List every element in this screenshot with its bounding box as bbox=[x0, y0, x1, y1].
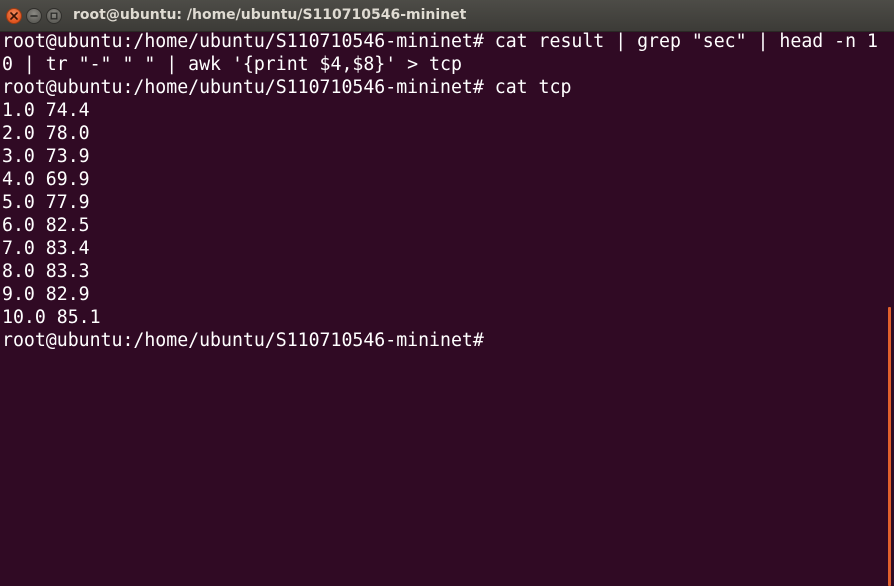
terminal-line: 2.0 78.0 bbox=[2, 123, 90, 144]
minimize-icon bbox=[30, 15, 38, 17]
terminal-line: root@ubuntu:/home/ubuntu/S110710546-mini… bbox=[2, 31, 878, 52]
window-title: root@ubuntu: /home/ubuntu/S110710546-min… bbox=[73, 7, 467, 23]
close-button[interactable] bbox=[6, 8, 22, 24]
terminal-line: 8.0 83.3 bbox=[2, 261, 90, 282]
close-icon bbox=[10, 12, 18, 20]
terminal-prompt-line: root@ubuntu:/home/ubuntu/S110710546-mini… bbox=[2, 330, 495, 351]
terminal-line: 9.0 82.9 bbox=[2, 284, 90, 305]
terminal-output[interactable]: root@ubuntu:/home/ubuntu/S110710546-mini… bbox=[0, 30, 894, 586]
terminal-line: 1.0 74.4 bbox=[2, 100, 90, 121]
terminal-line: 5.0 77.9 bbox=[2, 192, 90, 213]
title-bar[interactable]: root@ubuntu: /home/ubuntu/S110710546-min… bbox=[0, 0, 894, 32]
terminal-line: root@ubuntu:/home/ubuntu/S110710546-mini… bbox=[2, 77, 572, 98]
terminal-line: 4.0 69.9 bbox=[2, 169, 90, 190]
terminal-line: 3.0 73.9 bbox=[2, 146, 90, 167]
maximize-button[interactable] bbox=[46, 8, 62, 24]
terminal-line: 6.0 82.5 bbox=[2, 215, 90, 236]
terminal-window: root@ubuntu: /home/ubuntu/S110710546-min… bbox=[0, 0, 894, 586]
maximize-icon bbox=[50, 12, 58, 20]
terminal-line: 0 | tr "-" " " | awk '{print $4,$8}' > t… bbox=[2, 54, 462, 75]
terminal-line: 10.0 85.1 bbox=[2, 307, 101, 328]
minimize-button[interactable] bbox=[26, 8, 42, 24]
scrollbar[interactable] bbox=[888, 307, 891, 586]
terminal-line: 7.0 83.4 bbox=[2, 238, 90, 259]
